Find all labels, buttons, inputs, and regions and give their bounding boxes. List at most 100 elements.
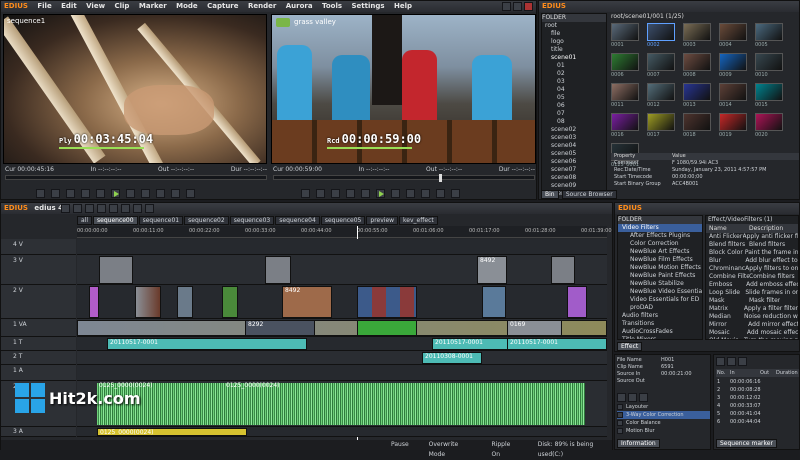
bin-tree-item[interactable]: 05 <box>542 94 606 102</box>
info-layer-row[interactable]: Motion Blur <box>617 427 710 435</box>
menu-edit[interactable]: Edit <box>61 2 77 10</box>
info-layer-row[interactable]: Layouter <box>617 403 710 411</box>
effects-tree-item[interactable]: NewBlue Art Effects <box>618 248 702 256</box>
cut-icon[interactable] <box>121 204 130 213</box>
step-back-icon[interactable] <box>96 188 105 198</box>
bin-tree-item[interactable]: scene05 <box>542 150 606 158</box>
maximize-icon[interactable] <box>512 2 522 11</box>
bin-thumbnail[interactable] <box>683 83 711 101</box>
sequence-tab[interactable]: sequence03 <box>229 216 275 225</box>
layer-checkbox-icon[interactable] <box>617 428 623 434</box>
track-lane[interactable] <box>77 365 607 381</box>
info-layer-row[interactable]: Color Balance <box>617 419 710 427</box>
step-forward-icon[interactable] <box>126 188 135 198</box>
tab-effect[interactable]: Effect <box>617 342 643 351</box>
sequence-tab[interactable]: sequence02 <box>184 216 229 225</box>
fast-forward-icon[interactable] <box>141 188 150 198</box>
effects-tree-item[interactable]: AudioCrossFades <box>618 328 702 336</box>
timeline-clip[interactable] <box>357 320 417 336</box>
timeline-clip[interactable] <box>177 286 193 318</box>
marker-row[interactable]: 6 00:00:44:04 <box>716 418 799 426</box>
effect-item[interactable]: Block ColorPaint the frame in a <box>706 249 798 257</box>
timeline-clip[interactable]: 0169 <box>507 320 562 336</box>
menu-file[interactable]: File <box>37 2 51 10</box>
menu-render[interactable]: Render <box>248 2 276 10</box>
rec-play-icon[interactable] <box>376 188 385 198</box>
timeline-clip[interactable] <box>567 286 587 318</box>
overwrite-icon[interactable] <box>186 188 195 198</box>
tab-sequence-marker[interactable]: Sequence marker <box>716 439 777 448</box>
loop-icon[interactable] <box>156 188 165 198</box>
timeline-clip[interactable]: 8492 <box>477 256 507 284</box>
layer-checkbox-icon[interactable] <box>617 412 623 418</box>
bin-tree-item[interactable]: scene06 <box>542 158 606 166</box>
timeline-clip[interactable] <box>265 256 291 284</box>
effect-item[interactable]: Mirror Add mirror effect <box>706 321 798 329</box>
bin-tree-item[interactable]: 03 <box>542 78 606 86</box>
effects-tree-item[interactable]: Audio filters <box>618 312 702 320</box>
recorder-scrubber[interactable] <box>273 174 535 182</box>
bin-thumbnail[interactable] <box>719 113 747 131</box>
rec-export-icon[interactable] <box>436 188 445 198</box>
tab-bin[interactable]: Bin <box>541 190 559 199</box>
marker-row[interactable]: 4 00:00:33:07 <box>716 402 799 410</box>
menu-help[interactable]: Help <box>394 2 412 10</box>
effect-item[interactable]: Emboss Add emboss effect <box>706 281 798 289</box>
timeline-clip[interactable]: 20110517-0001 <box>107 338 307 350</box>
stop-icon[interactable] <box>66 188 75 198</box>
sequence-tab[interactable]: sequence00 <box>93 216 138 225</box>
rec-set-out-icon[interactable] <box>316 188 325 198</box>
recorder-video[interactable]: grass valley Rcd 00:00:59:00 <box>271 14 536 164</box>
menu-clip[interactable]: Clip <box>114 2 129 10</box>
layer-delete-icon[interactable] <box>628 393 637 402</box>
bin-thumbnail[interactable] <box>647 83 675 101</box>
effects-tree-item[interactable]: Video Essentials for ED <box>618 296 702 304</box>
track-header[interactable]: 2 T <box>1 351 76 365</box>
bin-tree-item[interactable]: scene07 <box>542 166 606 174</box>
track-header[interactable]: 3 A <box>1 427 76 437</box>
bin-tree-item[interactable]: file <box>542 30 606 38</box>
timeline-clip[interactable] <box>99 256 133 284</box>
new-sequence-icon[interactable] <box>61 204 70 213</box>
menu-mode[interactable]: Mode <box>176 2 198 10</box>
bin-thumbnail[interactable] <box>647 53 675 71</box>
marker-import-icon[interactable] <box>738 357 747 366</box>
set-in-icon[interactable] <box>36 188 45 198</box>
rec-step-back-icon[interactable] <box>361 188 370 198</box>
bin-tree-item[interactable]: 02 <box>542 70 606 78</box>
menu-view[interactable]: View <box>86 2 105 10</box>
bin-tree-item[interactable]: 04 <box>542 86 606 94</box>
tab-information[interactable]: Information <box>617 439 660 448</box>
layer-add-icon[interactable] <box>617 393 626 402</box>
bin-thumbnail[interactable] <box>755 113 783 131</box>
rec-fast-forward-icon[interactable] <box>406 188 415 198</box>
layer-checkbox-icon[interactable] <box>617 404 623 410</box>
rec-render-icon[interactable] <box>451 188 460 198</box>
bin-tree-item[interactable]: logo <box>542 38 606 46</box>
bin-thumbnail[interactable] <box>719 53 747 71</box>
effects-tree-item[interactable]: Transitions <box>618 320 702 328</box>
effects-tree-item[interactable]: Video Filters <box>618 224 702 232</box>
bin-thumbnail[interactable] <box>611 83 639 101</box>
effects-tree-item[interactable]: Color Correction <box>618 240 702 248</box>
timeline-clip[interactable]: 20110517-0001 <box>432 338 512 350</box>
marker-row[interactable]: 2 00:00:08:28 <box>716 386 799 394</box>
effect-item[interactable]: Mosaic Add mosaic effect <box>706 329 798 337</box>
effects-tree-item[interactable]: proDAD <box>618 304 702 312</box>
effects-tree-item[interactable]: NewBlue Stabilize <box>618 280 702 288</box>
menu-tools[interactable]: Tools <box>322 2 342 10</box>
effect-item[interactable]: Matrix Apply a filter filter to <box>706 305 798 313</box>
effect-item[interactable]: Anti FlickerApply anti flicker filter <box>706 233 798 241</box>
marker-delete-icon[interactable] <box>727 357 736 366</box>
info-layer-row[interactable]: 3-Way Color Correction <box>617 411 710 419</box>
rewind-icon[interactable] <box>81 188 90 198</box>
tab-source-browser[interactable]: Source Browser <box>561 190 617 199</box>
track-header[interactable]: 4 V <box>1 239 76 255</box>
menu-marker[interactable]: Marker <box>139 2 167 10</box>
track-header[interactable]: 1 VA <box>1 319 76 337</box>
sequence-tab[interactable]: all <box>77 216 93 225</box>
bin-thumbnail[interactable] <box>755 83 783 101</box>
undo-icon[interactable] <box>97 204 106 213</box>
track-header[interactable]: 1 A <box>1 365 76 381</box>
track-header[interactable]: 2 V <box>1 285 76 319</box>
